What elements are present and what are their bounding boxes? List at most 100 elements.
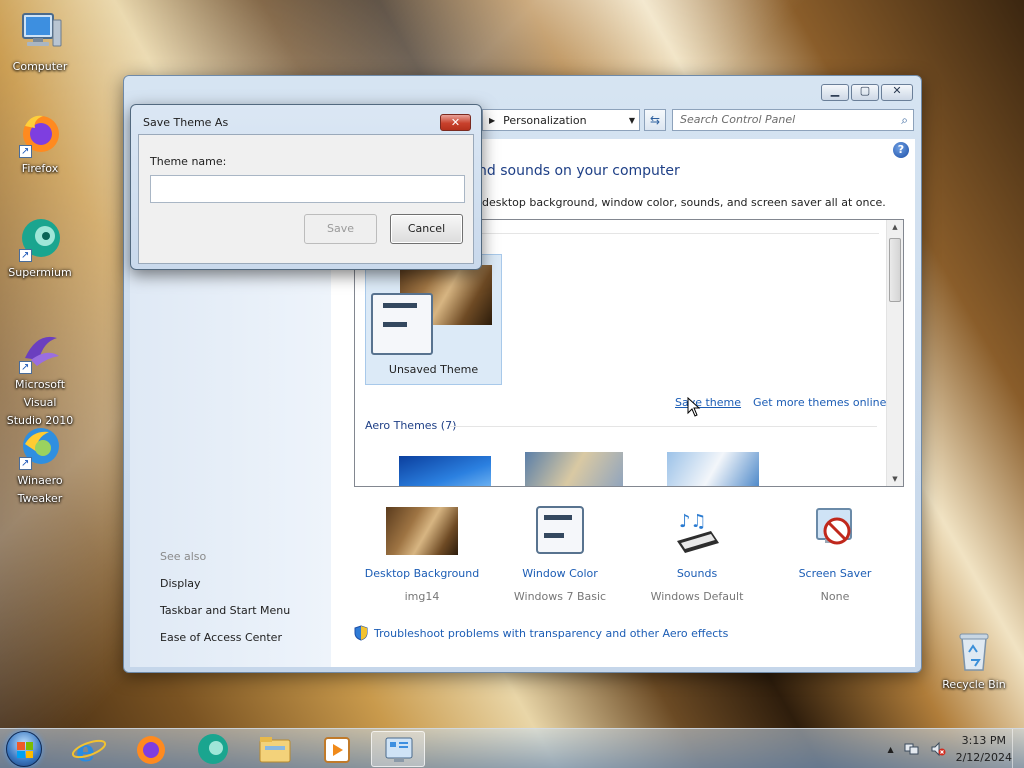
minimize-icon: ▁ bbox=[830, 84, 840, 97]
network-icon[interactable] bbox=[904, 741, 920, 757]
dialog-title: Save Theme As bbox=[143, 116, 229, 129]
desktop-icon-firefox[interactable]: Firefox bbox=[0, 112, 80, 178]
taskbar-control-panel[interactable] bbox=[371, 731, 425, 767]
window-color-item[interactable]: Window Color Windows 7 Basic bbox=[497, 505, 623, 603]
windows-logo-icon bbox=[17, 742, 33, 758]
sounds-value: Windows Default bbox=[650, 590, 744, 603]
visual-studio-icon bbox=[17, 328, 63, 377]
supermium-icon bbox=[198, 734, 228, 764]
divider bbox=[449, 426, 877, 427]
link-display[interactable]: Display bbox=[160, 577, 201, 590]
desktop-icon-winaero-tweaker[interactable]: Winaero Tweaker bbox=[0, 424, 80, 508]
taskbar-file-explorer[interactable] bbox=[248, 731, 302, 767]
taskbar-supermium[interactable] bbox=[186, 731, 240, 767]
taskbar-internet-explorer[interactable]: e bbox=[62, 731, 116, 768]
aero-theme-architecture[interactable] bbox=[525, 452, 623, 486]
folder-icon bbox=[259, 737, 291, 763]
maximize-button[interactable]: ▢ bbox=[851, 84, 879, 101]
window-color-label[interactable]: Window Color bbox=[497, 567, 623, 580]
troubleshoot-link[interactable]: Troubleshoot problems with transparency … bbox=[354, 625, 728, 641]
theme-list-scrollbar[interactable]: ▲ ▼ bbox=[886, 220, 903, 486]
desktop-icon-computer[interactable]: Computer bbox=[0, 10, 80, 76]
link-taskbar-start-menu[interactable]: Taskbar and Start Menu bbox=[160, 604, 290, 617]
taskbar-media-player[interactable] bbox=[310, 731, 364, 767]
desktop-background-value: img14 bbox=[404, 590, 440, 603]
window-color-icon bbox=[371, 293, 433, 355]
sounds-icon: ♪♫ bbox=[665, 505, 729, 555]
desktop-icon-label: Firefox bbox=[21, 162, 59, 175]
troubleshoot-label[interactable]: Troubleshoot problems with transparency … bbox=[374, 627, 728, 640]
shortcut-arrow-icon bbox=[19, 359, 32, 377]
desktop-background-item[interactable]: Desktop Background img14 bbox=[359, 505, 485, 603]
desktop-icon-label: Computer bbox=[12, 60, 68, 73]
desktop-icon-visual-studio[interactable]: Microsoft Visual Studio 2010 bbox=[0, 328, 80, 430]
theme-name-label: Theme name: bbox=[150, 155, 227, 168]
computer-icon bbox=[17, 10, 63, 56]
desktop-icon-supermium[interactable]: Supermium bbox=[0, 216, 80, 282]
aero-themes-heading: Aero Themes (7) bbox=[365, 419, 457, 432]
search-input[interactable]: Search Control Panel ⌕ bbox=[672, 109, 914, 131]
firefox-icon bbox=[137, 736, 165, 764]
desktop-icon-label: Supermium bbox=[8, 266, 72, 279]
search-placeholder: Search Control Panel bbox=[680, 113, 796, 126]
shield-icon bbox=[354, 625, 368, 641]
cancel-button[interactable]: Cancel bbox=[390, 214, 463, 244]
system-tray: ▲ 3:13 PM 2/12/2024 bbox=[887, 729, 1012, 768]
internet-explorer-icon: e bbox=[71, 734, 107, 768]
volume-muted-icon[interactable] bbox=[930, 741, 946, 757]
page-title: nd sounds on your computer bbox=[478, 163, 680, 179]
desktop-icon-recycle-bin[interactable]: Recycle Bin bbox=[934, 628, 1014, 694]
page-description: desktop background, window color, sounds… bbox=[482, 196, 886, 209]
dialog-close-button[interactable]: ✕ bbox=[440, 114, 471, 131]
shortcut-arrow-icon bbox=[19, 247, 32, 265]
address-bar[interactable]: ▶ Personalization ▼ bbox=[482, 109, 640, 131]
get-more-themes-link[interactable]: Get more themes online bbox=[753, 396, 886, 409]
aero-theme-characters[interactable] bbox=[667, 452, 759, 486]
firefox-icon bbox=[17, 112, 63, 161]
scroll-up-arrow-icon[interactable]: ▲ bbox=[887, 223, 903, 231]
breadcrumb-arrow-icon: ▶ bbox=[489, 115, 496, 125]
sounds-label[interactable]: Sounds bbox=[634, 567, 760, 580]
shortcut-arrow-icon bbox=[19, 143, 32, 161]
help-icon[interactable]: ? bbox=[893, 142, 909, 158]
clock[interactable]: 3:13 PM 2/12/2024 bbox=[956, 732, 1012, 766]
link-ease-of-access[interactable]: Ease of Access Center bbox=[160, 631, 282, 644]
taskbar-firefox[interactable] bbox=[124, 731, 178, 767]
desktop-icon-label: Microsoft Visual bbox=[14, 378, 66, 409]
scroll-down-arrow-icon[interactable]: ▼ bbox=[887, 475, 903, 483]
desktop-background-icon bbox=[386, 507, 458, 555]
close-button[interactable]: ✕ bbox=[881, 84, 913, 101]
scrollbar-thumb[interactable] bbox=[889, 238, 901, 302]
see-also-heading: See also bbox=[160, 550, 207, 563]
screen-saver-label[interactable]: Screen Saver bbox=[772, 567, 898, 580]
mouse-cursor-icon bbox=[687, 397, 701, 417]
media-player-icon bbox=[324, 737, 350, 763]
sounds-item[interactable]: ♪♫ Sounds Windows Default bbox=[634, 505, 760, 603]
show-hidden-icons-chevron-icon[interactable]: ▲ bbox=[887, 745, 893, 754]
start-button[interactable] bbox=[6, 731, 42, 767]
chevron-down-icon[interactable]: ▼ bbox=[629, 116, 635, 125]
minimize-button[interactable]: ▁ bbox=[821, 84, 849, 101]
desktop-icon-label: Tweaker bbox=[17, 492, 63, 505]
refresh-button[interactable]: ⇆ bbox=[644, 109, 666, 131]
theme-name-input[interactable] bbox=[150, 175, 465, 203]
theme-name-label: Unsaved Theme bbox=[388, 363, 479, 376]
window-caption-buttons: ▁ ▢ ✕ bbox=[821, 84, 913, 101]
show-desktop-button[interactable] bbox=[1012, 729, 1024, 768]
window-color-icon bbox=[528, 505, 592, 555]
desktop-icon-label: Winaero bbox=[17, 474, 63, 487]
aero-theme-windows-7[interactable] bbox=[399, 456, 491, 486]
save-button[interactable]: Save bbox=[304, 214, 377, 244]
save-theme-link[interactable]: Save theme bbox=[675, 396, 741, 409]
screen-saver-icon bbox=[803, 505, 867, 555]
recycle-bin-icon bbox=[951, 628, 997, 674]
theme-tile-unsaved[interactable]: Unsaved Theme bbox=[365, 254, 502, 385]
window-color-value: Windows 7 Basic bbox=[513, 590, 607, 603]
search-icon[interactable]: ⌕ bbox=[901, 110, 908, 130]
screen-saver-item[interactable]: Screen Saver None bbox=[772, 505, 898, 603]
desktop-background-label[interactable]: Desktop Background bbox=[359, 567, 485, 580]
supermium-icon bbox=[17, 216, 63, 265]
taskbar: e ▲ 3:13 PM 2/12/2024 bbox=[0, 728, 1024, 768]
maximize-icon: ▢ bbox=[859, 84, 871, 97]
breadcrumb-personalization[interactable]: Personalization bbox=[503, 114, 586, 127]
